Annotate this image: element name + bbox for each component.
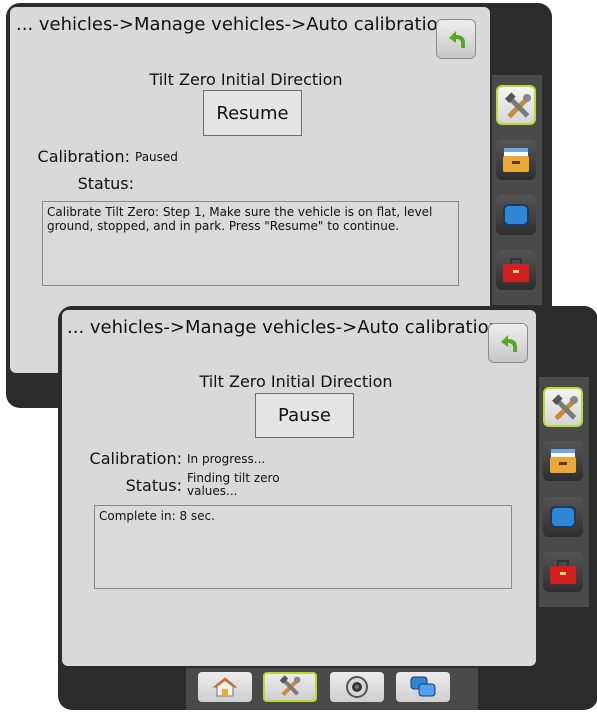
files-tab[interactable] [496, 140, 536, 180]
home-icon [212, 677, 238, 697]
bottom-nav [186, 668, 478, 710]
tools-tab[interactable] [496, 85, 536, 125]
status-label: Status: [125, 476, 182, 495]
monitor-icon [503, 204, 529, 226]
toolbox-tab[interactable] [543, 552, 583, 592]
tools-icon [552, 394, 578, 421]
camera-icon [346, 676, 368, 698]
calibration-label: Calibration: [37, 147, 130, 166]
side-toolbar [539, 377, 589, 607]
file-cabinet-icon [503, 148, 529, 172]
status-label: Status: [77, 174, 134, 193]
multi-screen-tab[interactable] [396, 672, 450, 702]
page-subtitle: Tilt Zero Initial Direction [199, 372, 393, 391]
multi-screen-icon [410, 676, 436, 697]
toolbox-icon [503, 258, 529, 282]
display-tab[interactable] [496, 195, 536, 235]
resume-button[interactable]: Resume [203, 90, 302, 136]
display-tab[interactable] [543, 497, 583, 537]
home-tab[interactable] [198, 672, 252, 702]
calibration-value: In progress... [187, 452, 266, 466]
back-button[interactable] [488, 323, 528, 363]
front-screen: ... vehicles->Manage vehicles->Auto cali… [58, 306, 597, 710]
toolbox-tab[interactable] [496, 250, 536, 290]
pause-button[interactable]: Pause [255, 393, 354, 438]
message-box: Complete in: 8 sec. [94, 505, 512, 589]
calibration-label: Calibration: [89, 449, 182, 468]
back-arrow-icon [449, 31, 465, 48]
back-button[interactable] [436, 19, 476, 59]
breadcrumb: ... vehicles->Manage vehicles->Auto cali… [16, 14, 450, 35]
message-box: Calibrate Tilt Zero: Step 1, Make sure t… [42, 201, 459, 286]
status-value: Finding tilt zero values... [187, 472, 280, 498]
tools-icon [505, 92, 531, 119]
back-arrow-icon [501, 335, 517, 352]
tools-tab[interactable] [263, 672, 317, 702]
page-subtitle: Tilt Zero Initial Direction [149, 70, 343, 89]
side-toolbar [492, 75, 542, 305]
tools-icon [279, 675, 301, 697]
file-cabinet-icon [550, 449, 576, 473]
breadcrumb: ... vehicles->Manage vehicles->Auto cali… [67, 317, 501, 338]
toolbox-icon [550, 560, 576, 584]
camera-tab[interactable] [330, 672, 384, 702]
calibration-value: Paused [135, 150, 178, 164]
tools-tab[interactable] [543, 387, 583, 427]
status-value-line2: values... [187, 484, 238, 498]
monitor-icon [550, 506, 576, 528]
files-tab[interactable] [543, 441, 583, 481]
